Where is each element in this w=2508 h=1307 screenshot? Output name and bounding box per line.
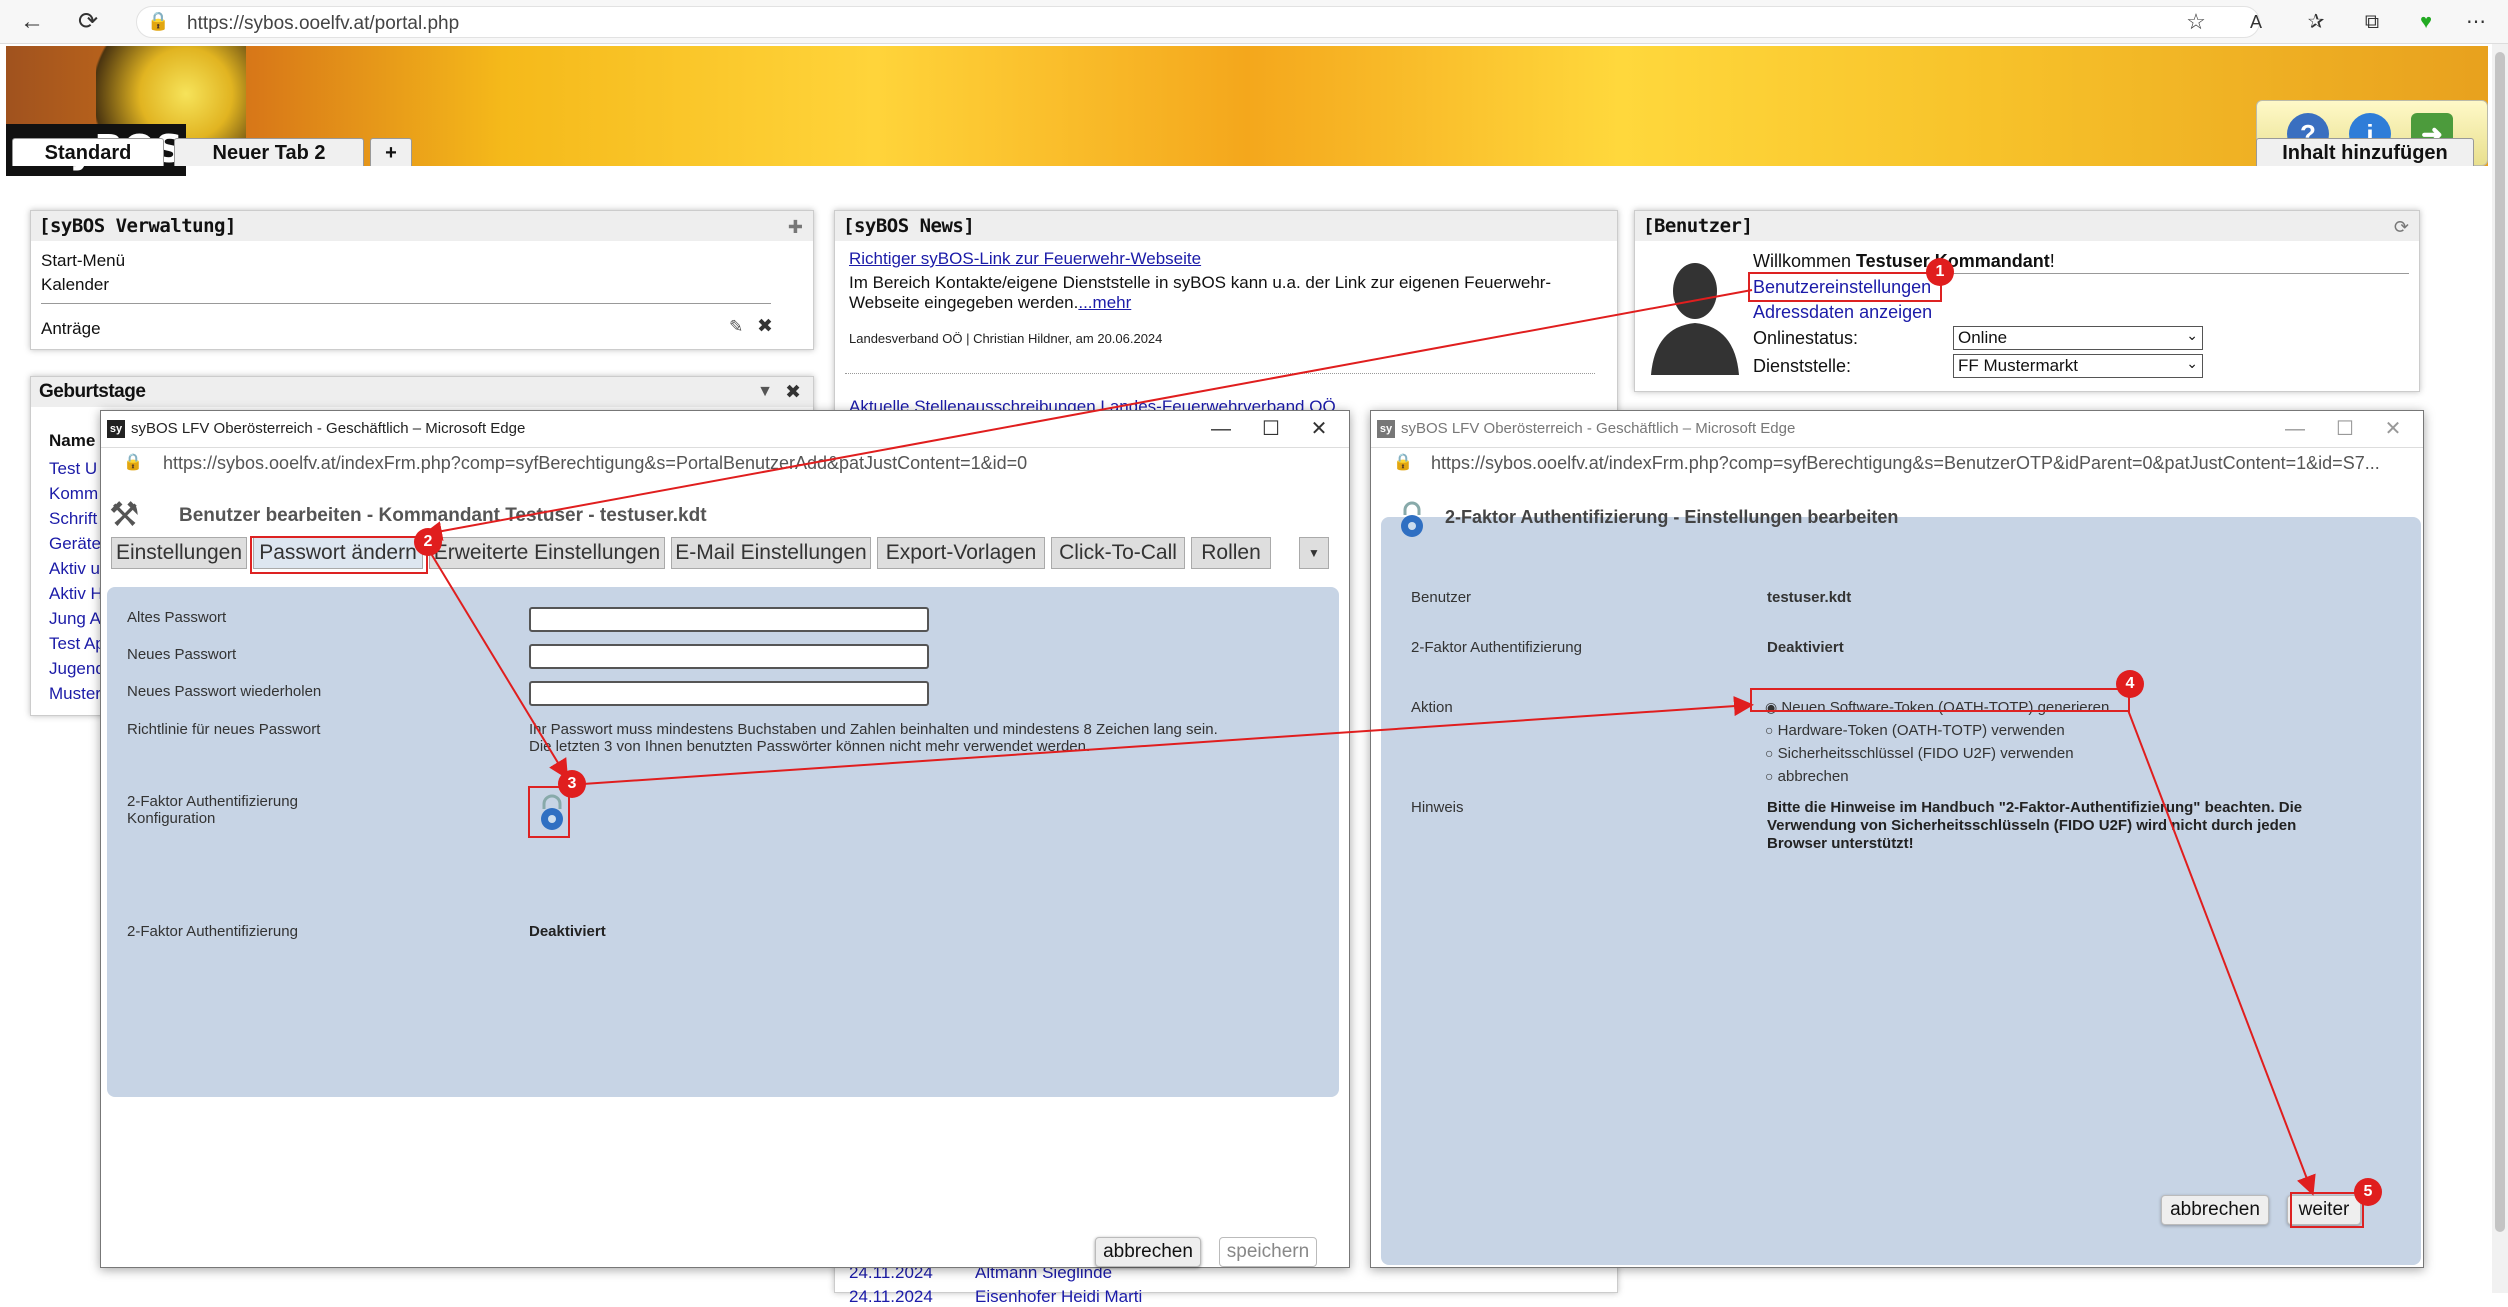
highlight-box [1748,272,1942,302]
annotation-badge: 2 [414,528,442,556]
highlight-box [250,536,428,574]
scrollbar[interactable] [2492,44,2508,1293]
highlight-box [1750,688,2130,712]
annotation-badge: 4 [2116,670,2144,698]
scrollbar-thumb[interactable] [2495,52,2505,1232]
annotation-badge: 5 [2354,1178,2382,1206]
annotation-badge: 1 [1926,258,1954,286]
annotation-badge: 3 [558,770,586,798]
highlight-box [2290,1192,2364,1228]
annotation-arrows [422,289,2316,1196]
